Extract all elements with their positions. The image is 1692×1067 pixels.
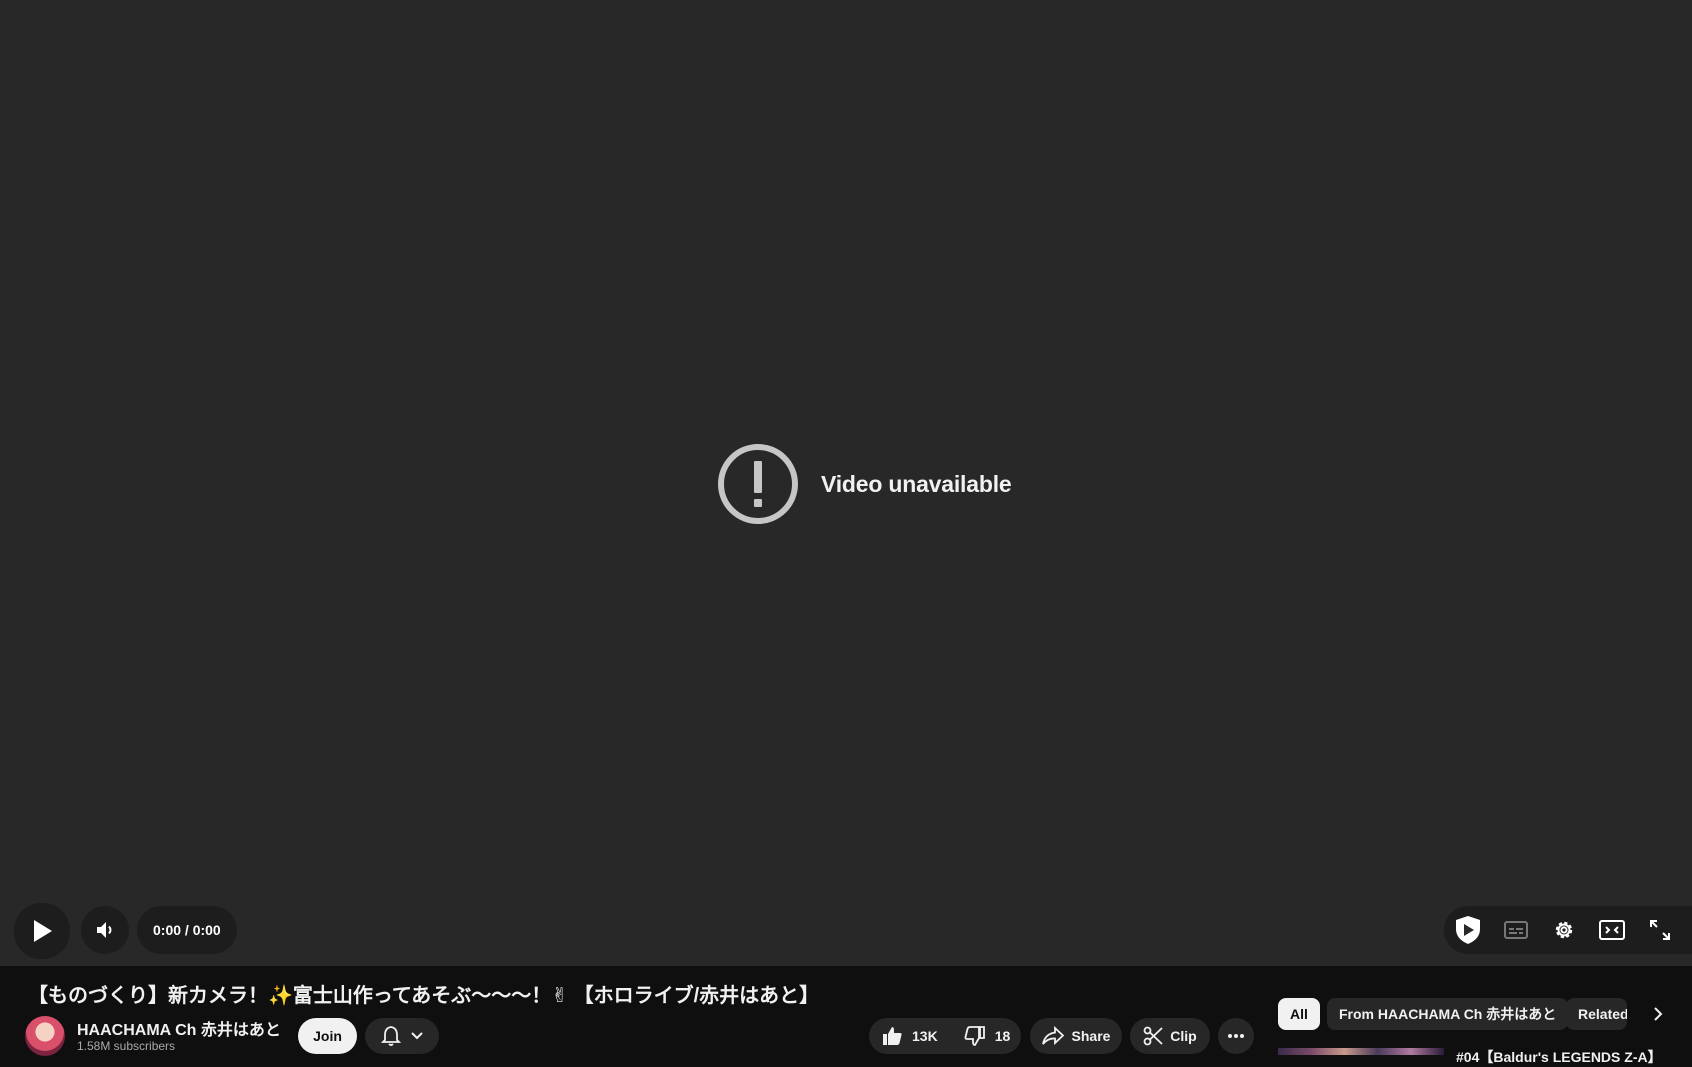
time-display: 0:00 / 0:00 [137, 906, 237, 954]
like-dislike-group: 13K 18 [869, 1018, 1021, 1054]
chevron-down-icon [411, 1032, 423, 1040]
more-actions-button[interactable] [1218, 1018, 1254, 1054]
subtitles-button[interactable] [1492, 906, 1540, 954]
error-text: Video unavailable [821, 470, 1012, 497]
volume-icon [97, 922, 112, 938]
notifications-button[interactable] [365, 1018, 439, 1054]
video-title: 【ものづくり】新カメラ！✨富士山作ってあそぶ〜〜〜！✌ 【ホロライブ/赤井はあと… [28, 985, 820, 1007]
dislike-count: 18 [994, 1028, 1011, 1044]
subscriber-count: 1.58M subscribers [77, 1039, 176, 1053]
share-label: Share [1071, 1028, 1111, 1044]
gear-icon [1555, 921, 1573, 939]
chip-all[interactable]: All [1278, 998, 1320, 1030]
chip-from-channel[interactable]: From HAACHAMA Ch 赤井はあと [1327, 998, 1569, 1030]
dislike-button[interactable]: 18 [952, 1018, 1023, 1054]
bell-icon [380, 1026, 402, 1046]
recommendation-thumbnail[interactable] [1278, 1048, 1444, 1055]
channel-avatar[interactable] [25, 1016, 65, 1056]
error-message-box: Video unavailable [717, 443, 1012, 525]
share-button[interactable]: Share [1030, 1018, 1122, 1054]
fullscreen-icon [1650, 920, 1670, 940]
scissors-icon [1143, 1026, 1163, 1046]
recommendation-title[interactable]: #04【Baldur's LEGENDS Z-A】 [1456, 1047, 1662, 1067]
like-button[interactable]: 13K [869, 1018, 952, 1054]
shield-play-icon [1456, 916, 1480, 944]
theater-mode-icon [1599, 920, 1625, 940]
share-icon [1041, 1026, 1064, 1046]
subtitles-icon [1504, 921, 1528, 939]
chevron-right-icon [1654, 1007, 1663, 1021]
clip-label: Clip [1170, 1028, 1197, 1044]
like-count: 13K [912, 1028, 938, 1044]
chip-related[interactable]: Related [1566, 998, 1627, 1030]
alert-icon [718, 444, 798, 524]
clip-button[interactable]: Clip [1130, 1018, 1210, 1054]
video-player[interactable]: Video unavailable 0:00 / 0:00 [0, 0, 1692, 966]
shield-button[interactable] [1444, 906, 1492, 954]
mute-button[interactable] [81, 906, 129, 954]
join-button[interactable]: Join [298, 1018, 357, 1054]
fullscreen-button[interactable] [1636, 906, 1684, 954]
thumbs-down-icon [964, 1026, 985, 1046]
play-icon [34, 920, 52, 942]
thumbs-up-icon [883, 1027, 902, 1045]
settings-button[interactable] [1540, 906, 1588, 954]
right-controls [1444, 906, 1692, 954]
more-horizontal-icon [1228, 1034, 1244, 1038]
theater-mode-button[interactable] [1588, 906, 1636, 954]
chips-next-button[interactable] [1642, 998, 1674, 1030]
time-text: 0:00 / 0:00 [153, 922, 221, 938]
channel-name[interactable]: HAACHAMA Ch 赤井はあと [77, 1016, 281, 1040]
play-button[interactable] [14, 903, 70, 959]
